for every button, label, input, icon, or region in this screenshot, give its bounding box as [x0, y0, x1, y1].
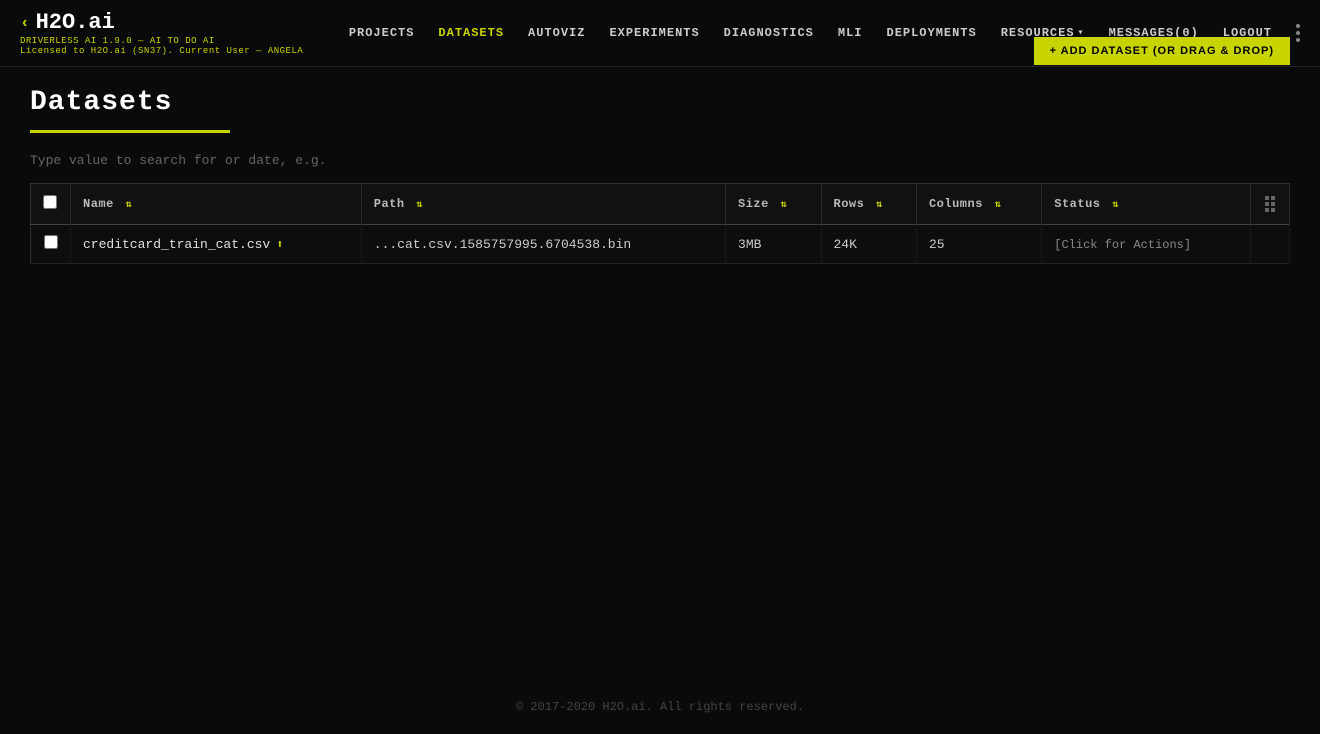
page-title: Datasets	[30, 87, 172, 118]
col-header-rows[interactable]: Rows ⇅	[821, 184, 916, 225]
select-all-checkbox[interactable]	[43, 195, 57, 209]
row-name-0: creditcard_train_cat.csv ⬆	[71, 225, 362, 264]
table-grid-control[interactable]	[1251, 184, 1290, 225]
footer: © 2017-2020 H2O.ai. All rights reserved.	[0, 700, 1320, 714]
row-controls-0	[1251, 225, 1290, 264]
copyright-text: © 2017-2020 H2O.ai. All rights reserved.	[516, 700, 804, 714]
row-status-0[interactable]: [Click for Actions]	[1042, 225, 1251, 264]
nav-projects[interactable]: PROJECTS	[349, 26, 415, 40]
search-section	[30, 153, 1290, 168]
row-size-0: 3MB	[726, 225, 821, 264]
nav-datasets[interactable]: DATASETS	[438, 26, 504, 40]
row-path-0: ...cat.csv.1585757995.6704538.bin	[361, 225, 725, 264]
upload-icon: ⬆	[276, 237, 283, 252]
datasets-table: Name ⇅ Path ⇅ Size ⇅ Rows ⇅ Columns ⇅	[30, 183, 1290, 264]
nav-autoviz[interactable]: AUTOVIZ	[528, 26, 585, 40]
row-rows-0: 24K	[821, 225, 916, 264]
brand-logo[interactable]: ‹ H2O.ai	[20, 10, 303, 35]
row-checkbox-cell[interactable]	[31, 225, 71, 264]
progress-bar	[30, 130, 230, 133]
back-arrow-icon: ‹	[20, 14, 30, 32]
nav-diagnostics[interactable]: DIAGNOSTICS	[724, 26, 814, 40]
brand: ‹ H2O.ai DRIVERLESS AI 1.9.0 — AI TO DO …	[20, 10, 303, 56]
grid-view-icon	[1263, 194, 1277, 214]
nav-deployments[interactable]: DEPLOYMENTS	[887, 26, 977, 40]
row-columns-0: 25	[916, 225, 1041, 264]
col-header-path[interactable]: Path ⇅	[361, 184, 725, 225]
row-checkbox-0[interactable]	[44, 235, 58, 249]
nav-experiments[interactable]: EXPERIMENTS	[609, 26, 699, 40]
search-input[interactable]	[30, 153, 330, 168]
brand-subtitle: DRIVERLESS AI 1.9.0 — AI TO DO AI Licens…	[20, 36, 303, 56]
col-header-name[interactable]: Name ⇅	[71, 184, 362, 225]
table-row: creditcard_train_cat.csv ⬆ ...cat.csv.15…	[31, 225, 1290, 264]
sort-icon-columns: ⇅	[995, 200, 1002, 211]
col-header-size[interactable]: Size ⇅	[726, 184, 821, 225]
table-header-row: Name ⇅ Path ⇅ Size ⇅ Rows ⇅ Columns ⇅	[31, 184, 1290, 225]
page-content: Datasets + ADD DATASET (OR DRAG & DROP) …	[0, 67, 1320, 284]
col-header-status[interactable]: Status ⇅	[1042, 184, 1251, 225]
sort-icon-path: ⇅	[416, 200, 423, 211]
select-all-checkbox-cell[interactable]	[31, 184, 71, 225]
sort-icon-rows: ⇅	[876, 200, 883, 211]
sort-icon-status: ⇅	[1112, 200, 1119, 211]
col-header-columns[interactable]: Columns ⇅	[916, 184, 1041, 225]
sort-icon-size: ⇅	[781, 200, 788, 211]
filename-text: creditcard_train_cat.csv	[83, 237, 270, 252]
add-dataset-button[interactable]: + ADD DATASET (OR DRAG & DROP)	[1034, 37, 1290, 65]
nav-mli[interactable]: MLI	[838, 26, 863, 40]
brand-name: H2O.ai	[36, 10, 115, 35]
sort-icon-name: ⇅	[126, 200, 133, 211]
actions-button-0[interactable]: [Click for Actions]	[1054, 238, 1191, 252]
nav-more-icon[interactable]	[1296, 24, 1300, 42]
